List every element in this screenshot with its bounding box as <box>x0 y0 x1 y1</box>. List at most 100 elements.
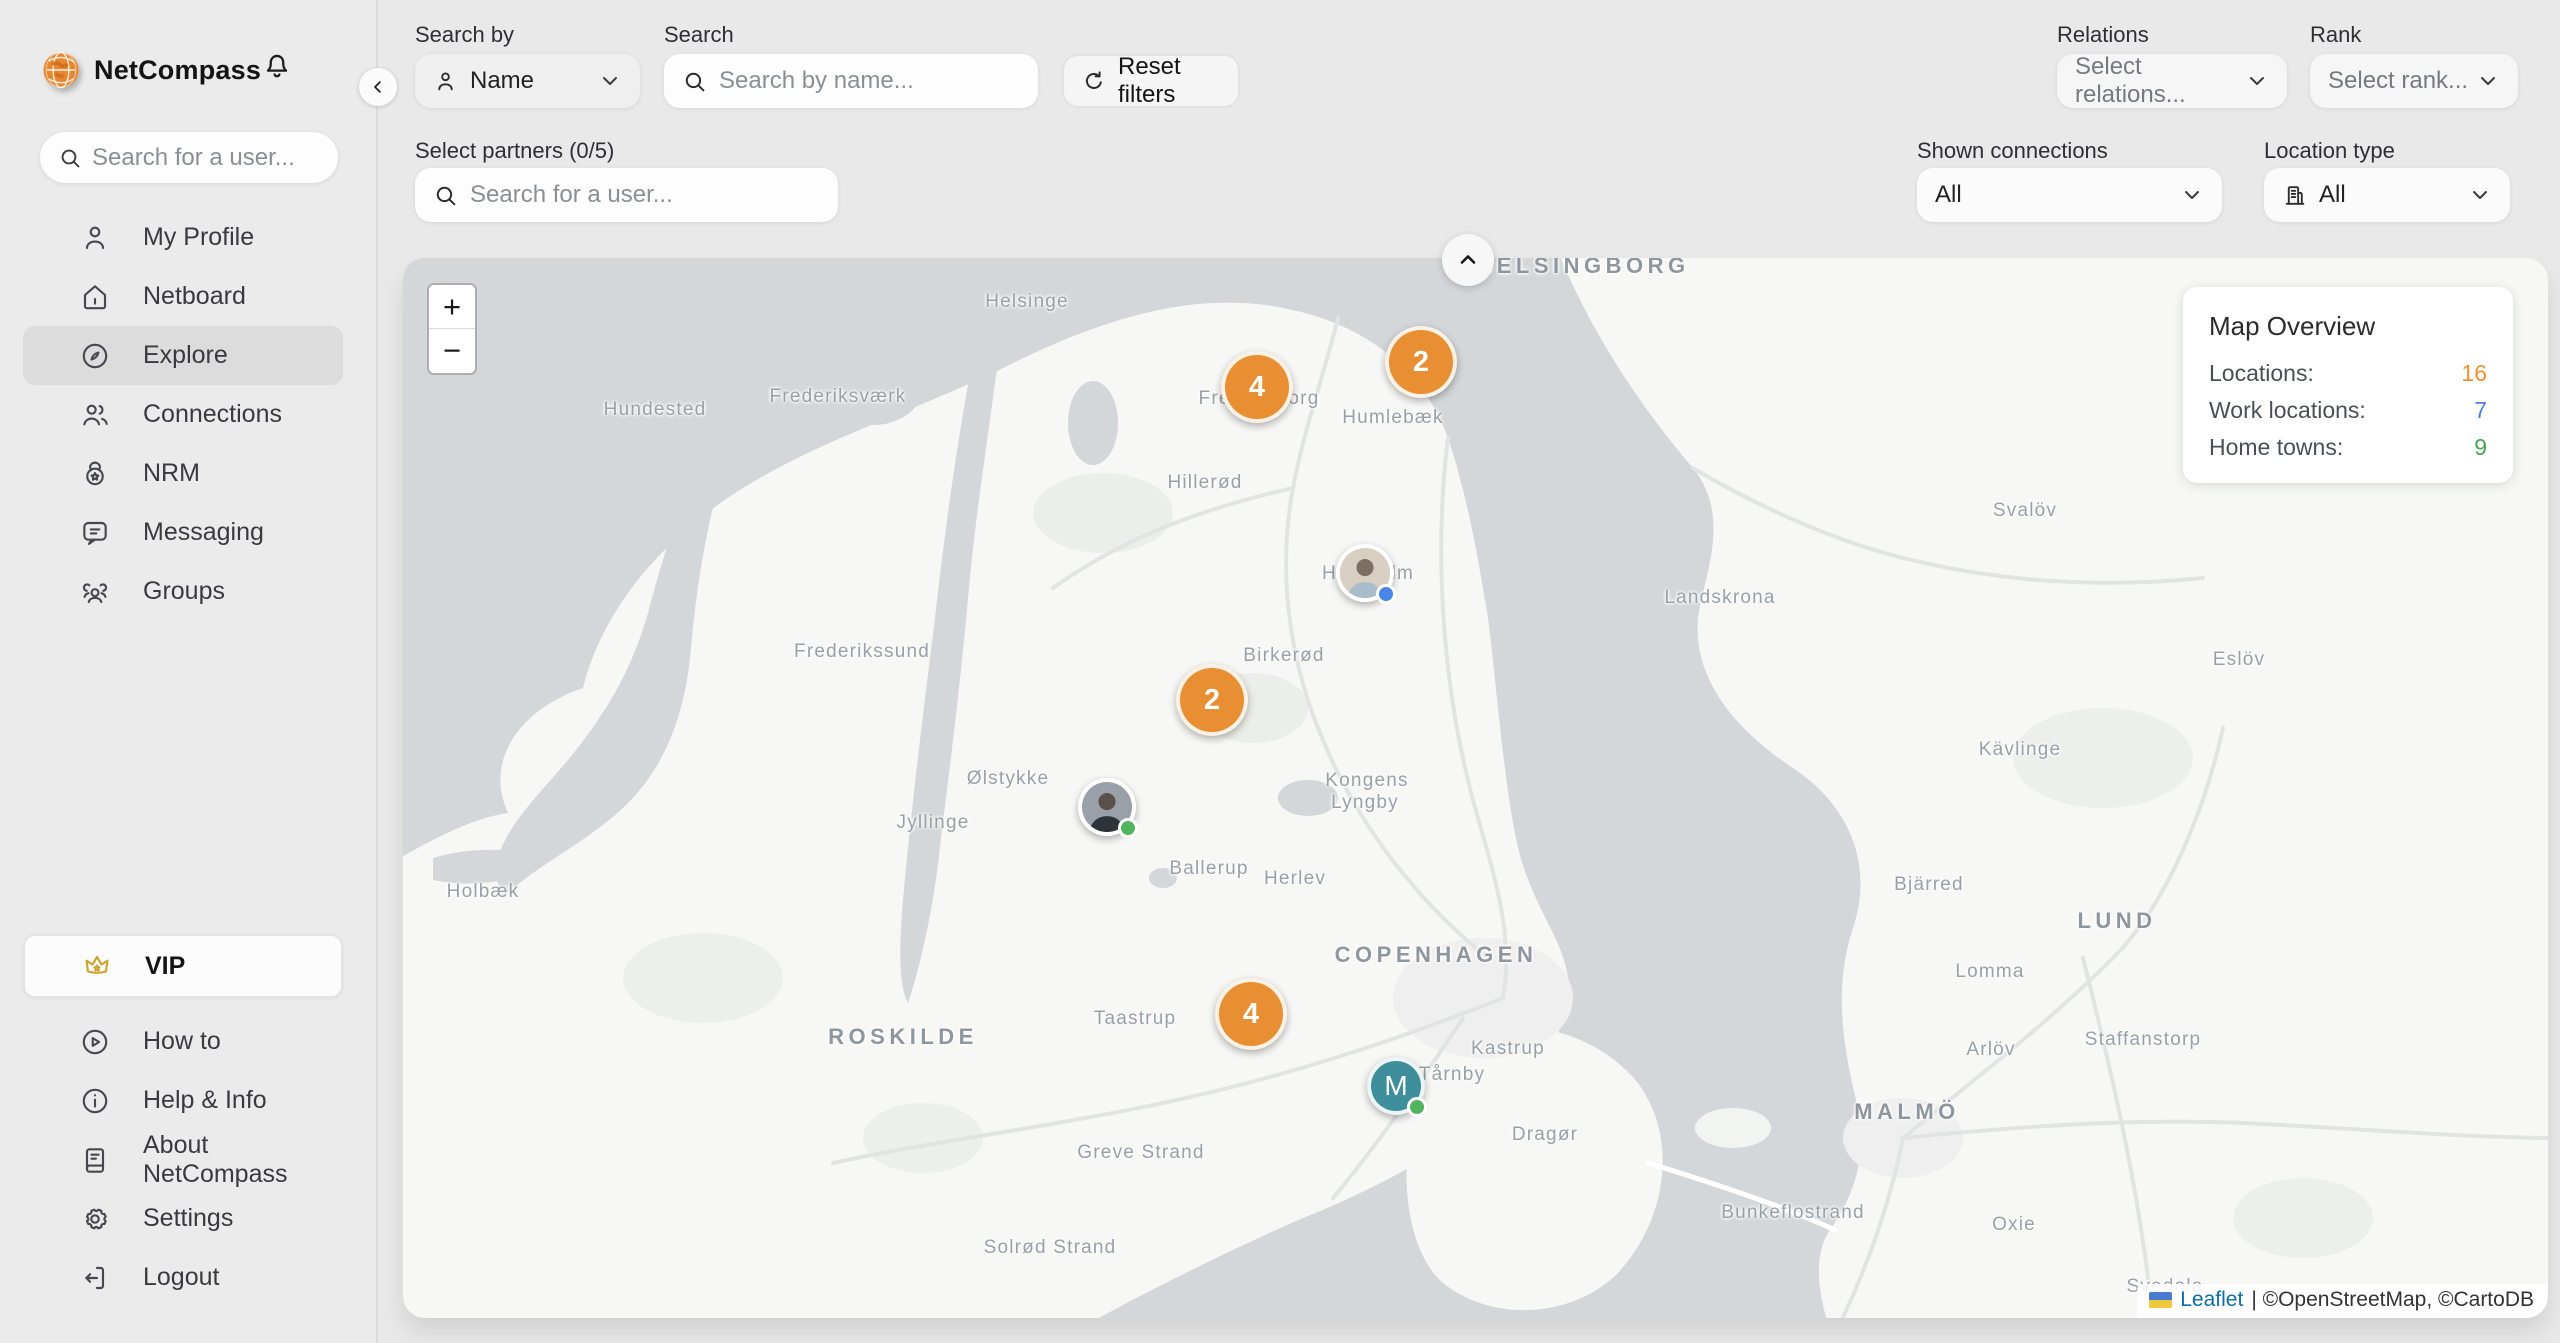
cluster-marker[interactable]: 2 <box>1385 326 1457 398</box>
sidebar-item-label: About NetCompass <box>143 1131 343 1189</box>
relations-placeholder: Select relations... <box>2075 53 2245 109</box>
map-overview-panel: Map Overview Locations:16Work locations:… <box>2183 287 2513 483</box>
search-by-label: Search by <box>415 22 514 48</box>
user-avatar-marker[interactable] <box>1078 778 1136 836</box>
sidebar-item-explore[interactable]: Explore <box>23 326 343 385</box>
sidebar-item-connections[interactable]: Connections <box>23 385 343 444</box>
sidebar-item-help-info[interactable]: Help & Info <box>23 1071 343 1130</box>
home-icon <box>79 281 111 313</box>
sidebar-item-vip[interactable]: VIP <box>23 934 343 998</box>
app-title: NetCompass <box>94 55 261 86</box>
relations-dropdown[interactable]: Select relations... <box>2057 54 2287 108</box>
chevron-down-icon <box>2476 69 2500 93</box>
map-zoom-control: + − <box>427 283 477 375</box>
select-partners-field[interactable] <box>415 168 838 222</box>
status-badge <box>1407 1097 1427 1117</box>
overview-stat-label: Locations: <box>2209 360 2314 387</box>
overview-stat-label: Home towns: <box>2209 434 2343 461</box>
compass-icon <box>79 340 111 372</box>
overview-stat-row: Home towns: 9 <box>2209 434 2487 461</box>
overview-stat-value: 16 <box>2461 360 2487 387</box>
sidebar-item-logout[interactable]: Logout <box>23 1248 343 1307</box>
overview-stat-row: Locations: 16 <box>2209 360 2487 387</box>
netcompass-app: NetCompass My Profile Netboard Explore Conn… <box>0 0 2560 1343</box>
building-icon <box>2282 183 2307 208</box>
cluster-marker[interactable]: 4 <box>1215 978 1287 1050</box>
location-type-dropdown[interactable]: All <box>2264 168 2510 222</box>
sidebar-item-label: How to <box>143 1027 221 1056</box>
sidebar-item-label: NRM <box>143 459 200 488</box>
sidebar-nav: My Profile Netboard Explore Connections NRM M… <box>23 208 343 621</box>
sidebar-item-label: VIP <box>145 952 185 981</box>
logout-icon <box>79 1262 111 1294</box>
cluster-marker[interactable]: 4 <box>1221 351 1293 423</box>
relations-label: Relations <box>2057 22 2149 48</box>
sidebar-collapse-button[interactable] <box>359 68 397 106</box>
person-icon <box>433 69 458 94</box>
user-icon <box>79 222 111 254</box>
zoom-out-button[interactable]: − <box>429 329 475 373</box>
reset-filters-button[interactable]: Reset filters <box>1062 54 1240 108</box>
select-partners-label: Select partners (0/5) <box>415 138 614 164</box>
search-by-name-input[interactable] <box>719 67 1029 95</box>
shown-connections-dropdown[interactable]: All <box>1917 168 2222 222</box>
map-overview-title: Map Overview <box>2209 311 2487 342</box>
shown-connections-value: All <box>1935 181 1962 209</box>
overview-stat-value: 7 <box>2474 397 2487 424</box>
search-field[interactable] <box>664 54 1038 108</box>
rank-placeholder: Select rank... <box>2328 67 2468 95</box>
chat-icon <box>79 517 111 549</box>
sidebar-item-label: Netboard <box>143 282 246 311</box>
user-avatar-marker[interactable] <box>1336 544 1394 602</box>
sidebar-item-label: Explore <box>143 341 228 370</box>
sidebar-item-how-to[interactable]: How to <box>23 1012 343 1071</box>
cluster-count: 4 <box>1243 998 1259 1031</box>
rank-dropdown[interactable]: Select rank... <box>2310 54 2518 108</box>
zoom-in-button[interactable]: + <box>429 285 475 329</box>
map-canvas[interactable]: HELSINGBORGHelsingeFredensborgFrederiksv… <box>403 258 2548 1318</box>
chevron-down-icon <box>2180 183 2204 207</box>
reset-filters-label: Reset filters <box>1118 53 1220 109</box>
cluster-count: 2 <box>1413 346 1429 379</box>
sidebar-item-groups[interactable]: Groups <box>23 562 343 621</box>
refresh-icon <box>1082 69 1106 93</box>
sidebar-item-label: Groups <box>143 577 225 606</box>
search-icon <box>433 183 458 208</box>
partners-search-input[interactable] <box>470 181 820 209</box>
initial-letter: M <box>1384 1070 1407 1102</box>
attribution-text: | ©OpenStreetMap, ©CartoDB <box>2251 1288 2534 1312</box>
gear-icon <box>79 1203 111 1235</box>
cluster-count: 4 <box>1249 371 1265 404</box>
sidebar: NetCompass My Profile Netboard Explore Conn… <box>0 0 378 1343</box>
filter-bar: Search by Name Search Reset filters Rela… <box>378 0 2560 258</box>
filters-collapse-button[interactable] <box>1442 234 1494 286</box>
sidebar-item-my-profile[interactable]: My Profile <box>23 208 343 267</box>
initial-marker[interactable]: M <box>1367 1057 1425 1115</box>
sidebar-item-about[interactable]: About NetCompass <box>23 1130 343 1189</box>
search-icon <box>58 146 82 170</box>
location-type-label: Location type <box>2264 138 2395 164</box>
ukraine-flag-icon <box>2149 1292 2172 1308</box>
play-icon <box>79 1026 111 1058</box>
search-icon <box>682 69 707 94</box>
cluster-marker[interactable]: 2 <box>1176 664 1248 736</box>
sidebar-item-messaging[interactable]: Messaging <box>23 503 343 562</box>
sidebar-item-settings[interactable]: Settings <box>23 1189 343 1248</box>
sidebar-footer-nav: VIP How to Help & InfoAbout NetCompassSett… <box>23 934 343 1307</box>
map-attribution: Leaflet | ©OpenStreetMap, ©CartoDB <box>2137 1284 2548 1318</box>
sidebar-item-label: Messaging <box>143 518 264 547</box>
notifications-bell-icon[interactable] <box>260 48 294 86</box>
status-badge <box>1376 584 1396 604</box>
shown-connections-label: Shown connections <box>1917 138 2108 164</box>
sidebar-user-search[interactable] <box>40 132 338 183</box>
users-icon <box>79 399 111 431</box>
overview-stat-value: 9 <box>2474 434 2487 461</box>
search-by-dropdown[interactable]: Name <box>415 54 640 108</box>
sidebar-search-input[interactable] <box>92 144 402 172</box>
sidebar-item-nrm[interactable]: NRM <box>23 444 343 503</box>
leaflet-link[interactable]: Leaflet <box>2180 1288 2243 1312</box>
location-type-value: All <box>2319 181 2346 209</box>
status-badge <box>1118 818 1138 838</box>
sidebar-item-netboard[interactable]: Netboard <box>23 267 343 326</box>
sidebar-item-label: My Profile <box>143 223 254 252</box>
